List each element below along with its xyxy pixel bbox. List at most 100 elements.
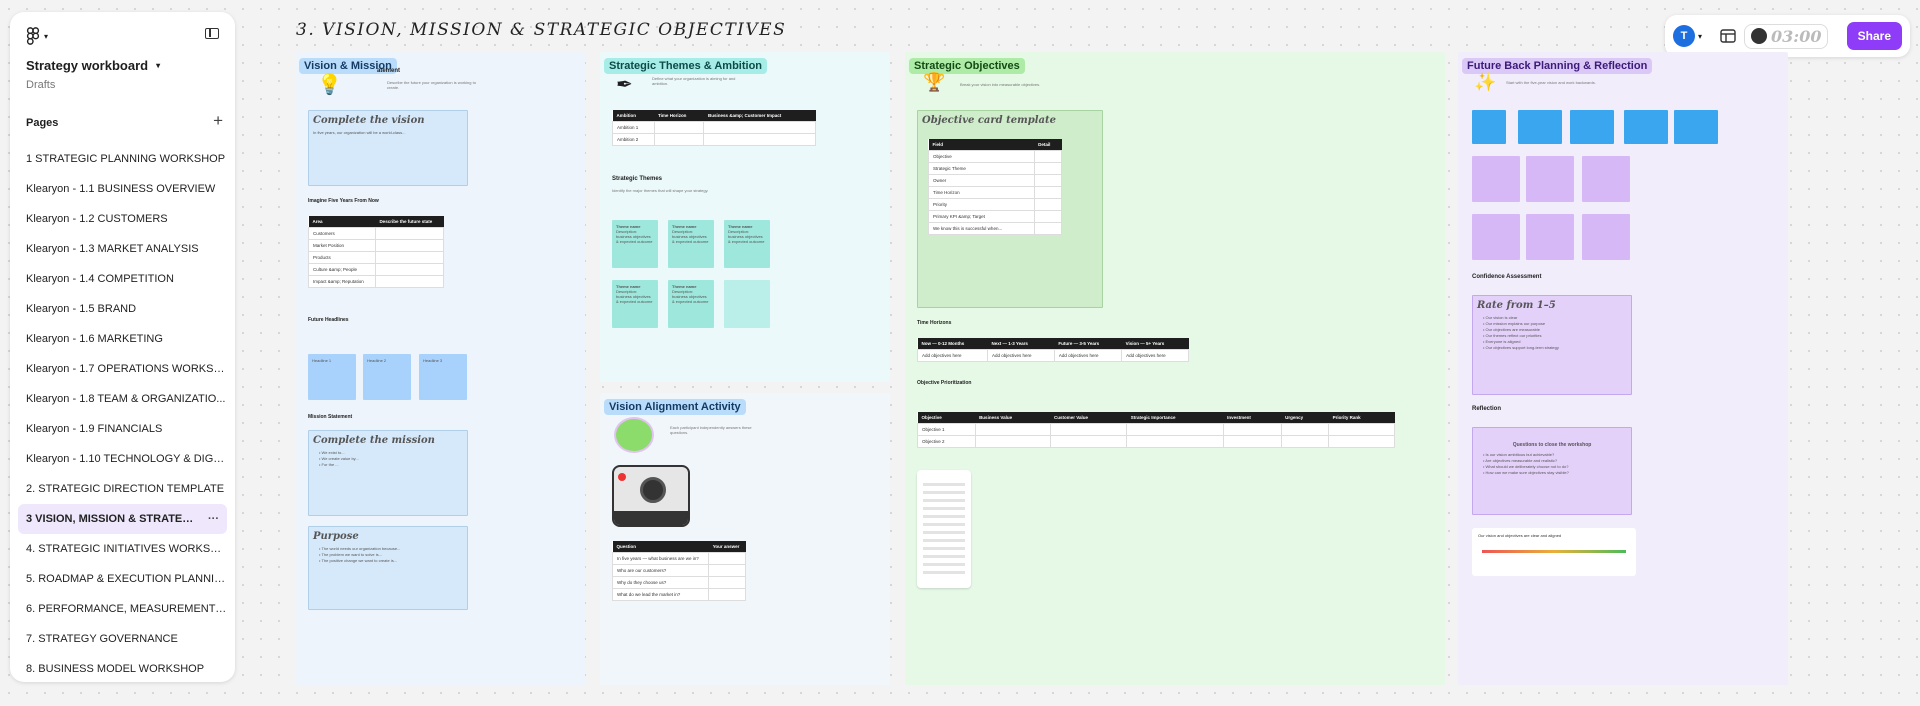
milestone-note[interactable] bbox=[1526, 156, 1574, 202]
sidebar: ▾ Strategy workboard ▾ Drafts Pages + 1 S… bbox=[10, 12, 235, 682]
page-item-label: 7. STRATEGY GOVERNANCE bbox=[26, 633, 178, 645]
page-item[interactable]: 8. BUSINESS MODEL WORKSHOP bbox=[18, 654, 227, 684]
timeline-note[interactable] bbox=[1570, 110, 1614, 144]
file-name[interactable]: Strategy workboard ▾ bbox=[26, 58, 160, 73]
page-item[interactable]: Klearyon - 1.9 FINANCIALS bbox=[18, 414, 227, 444]
main-menu-button[interactable]: ▾ bbox=[26, 27, 48, 45]
page-item[interactable]: 6. PERFORMANCE, MEASUREMENT & ... bbox=[18, 594, 227, 624]
prioritization-table: Objective Business Value Customer Value Str… bbox=[917, 412, 1395, 448]
legend-widget[interactable] bbox=[917, 470, 971, 588]
section-future-back[interactable]: Future Back Planning & Reflection ✨ Star… bbox=[1458, 52, 1788, 685]
milestone-note[interactable] bbox=[1472, 214, 1520, 260]
page-item-label: Klearyon - 1.7 OPERATIONS WORKSH... bbox=[26, 363, 227, 375]
pen-icon: ✒ bbox=[616, 74, 633, 96]
page-item[interactable]: Klearyon - 1.1 BUSINESS OVERVIEW bbox=[18, 174, 227, 204]
page-item-label: 2. STRATEGIC DIRECTION TEMPLATE bbox=[26, 483, 225, 495]
page-item-label: Klearyon - 1.5 BRAND bbox=[26, 303, 137, 315]
instruction-text: Break your vision into measurable object… bbox=[960, 82, 1041, 87]
timer-value: 03:00 bbox=[1771, 26, 1822, 46]
timeline-note[interactable] bbox=[1472, 110, 1506, 144]
theme-note[interactable]: Theme name Description: business objectiv… bbox=[612, 220, 658, 268]
avatar[interactable]: T bbox=[1673, 25, 1695, 47]
page-item-label: 1 STRATEGIC PLANNING WORKSHOP bbox=[26, 153, 226, 165]
instruction-text: Define what your organization is aiming … bbox=[652, 76, 736, 86]
page-item[interactable]: 2. STRATEGIC DIRECTION TEMPLATE bbox=[18, 474, 227, 504]
reflection-heading: Reflection bbox=[1472, 406, 1502, 412]
mission-card[interactable]: Complete the mission • We exist to... • W… bbox=[308, 430, 468, 516]
top-toolbar: T ▾ 03:00 Share bbox=[1665, 15, 1910, 57]
toggle-sidebar-icon[interactable] bbox=[205, 28, 219, 39]
rating-card[interactable]: Rate from 1–5 • Our vision is clear • Our… bbox=[1472, 295, 1632, 395]
purpose-card[interactable]: Purpose • The world needs our organizati… bbox=[308, 526, 468, 610]
theme-note[interactable]: Theme name Description: business objectiv… bbox=[724, 220, 770, 268]
future-state-table: Area Describe the future state Customers … bbox=[308, 216, 445, 288]
page-item[interactable]: Klearyon - 1.10 TECHNOLOGY & DIGIT... bbox=[18, 444, 227, 474]
page-item-label: Klearyon - 1.6 MARKETING bbox=[26, 333, 163, 345]
section-label: Vision Alignment Activity bbox=[604, 399, 746, 415]
page-item[interactable]: Klearyon - 1.7 OPERATIONS WORKSH... bbox=[18, 354, 227, 384]
chevron-down-icon: ▾ bbox=[44, 31, 49, 41]
more-options-icon[interactable]: ··· bbox=[208, 504, 219, 534]
figma-logo-icon bbox=[26, 27, 40, 45]
chevron-down-icon: ▾ bbox=[156, 61, 161, 70]
theme-note[interactable] bbox=[724, 280, 770, 328]
add-page-icon[interactable]: + bbox=[213, 112, 223, 129]
section-strategic-themes[interactable]: Strategic Themes & Ambition ✒ Define wha… bbox=[600, 52, 890, 382]
page-item-label: Klearyon - 1.8 TEAM & ORGANIZATIO... bbox=[26, 393, 226, 405]
page-item[interactable]: 1 STRATEGIC PLANNING WORKSHOP bbox=[18, 144, 227, 174]
camera-icon bbox=[612, 465, 690, 527]
page-item[interactable]: 3 VISION, MISSION & STRATEGIC ... ··· bbox=[18, 504, 227, 534]
page-item-label: 3 VISION, MISSION & STRATEGIC ... bbox=[26, 513, 215, 525]
timer[interactable]: 03:00 bbox=[1744, 23, 1829, 49]
section-strategic-objectives[interactable]: Strategic Objectives 🏆 Break your vision… bbox=[905, 52, 1445, 685]
page-item[interactable]: Klearyon - 1.4 COMPETITION bbox=[18, 264, 227, 294]
page-item[interactable]: 5. ROADMAP & EXECUTION PLANNING bbox=[18, 564, 227, 594]
timeline-note[interactable] bbox=[1674, 110, 1718, 144]
page-item-label: Klearyon - 1.1 BUSINESS OVERVIEW bbox=[26, 183, 216, 195]
page-item[interactable]: Klearyon - 1.5 BRAND bbox=[18, 294, 227, 324]
page-item[interactable]: Klearyon - 1.6 MARKETING bbox=[18, 324, 227, 354]
page-item-label: 4. STRATEGIC INITIATIVES WORKSHOP bbox=[26, 543, 227, 555]
board-title: 3. VISION, MISSION & STRATEGIC OBJECTIVE… bbox=[296, 20, 787, 40]
vision-card[interactable]: Complete the vision In five years, our o… bbox=[308, 110, 468, 186]
stars-icon: ✨ bbox=[1474, 72, 1497, 92]
milestone-note[interactable] bbox=[1582, 214, 1630, 260]
page-item-label: 5. ROADMAP & EXECUTION PLANNING bbox=[26, 573, 227, 585]
headline-note[interactable]: Headline 1 bbox=[308, 354, 356, 400]
share-button[interactable]: Share bbox=[1846, 22, 1902, 50]
prioritization-heading: Objective Prioritization bbox=[917, 380, 972, 386]
timeline-note[interactable] bbox=[1518, 110, 1562, 144]
page-item[interactable]: Klearyon - 1.8 TEAM & ORGANIZATIO... bbox=[18, 384, 227, 414]
theme-note[interactable]: Theme name Description: business objectiv… bbox=[612, 280, 658, 328]
theme-note[interactable]: Theme name Description: business objectiv… bbox=[668, 220, 714, 268]
page-item[interactable]: 7. STRATEGY GOVERNANCE bbox=[18, 624, 227, 654]
file-location[interactable]: Drafts bbox=[26, 79, 55, 91]
section-vision-alignment[interactable]: Vision Alignment Activity Each participa… bbox=[600, 393, 890, 685]
questions-card[interactable]: Questions to close the workshop • Is our… bbox=[1472, 427, 1632, 515]
horizons-table: Now — 0-12 Months Next — 1-3 Years Future … bbox=[917, 338, 1189, 362]
badge-sticker-icon bbox=[614, 417, 654, 453]
vision-statement-heading: atement bbox=[377, 68, 401, 74]
milestone-note[interactable] bbox=[1472, 156, 1520, 202]
section-vision-mission[interactable]: Vision & Mission atement 💡 Describe the … bbox=[295, 52, 585, 685]
chevron-down-icon[interactable]: ▾ bbox=[1698, 32, 1702, 41]
layout-panel-icon[interactable] bbox=[1720, 29, 1736, 43]
page-item-label: Klearyon - 1.2 CUSTOMERS bbox=[26, 213, 168, 225]
horizons-heading: Time Horizons bbox=[917, 320, 952, 326]
headline-note[interactable]: Headline 2 bbox=[363, 354, 411, 400]
confidence-heading: Confidence Assessment bbox=[1472, 274, 1542, 280]
page-item[interactable]: Klearyon - 1.2 CUSTOMERS bbox=[18, 204, 227, 234]
headline-note[interactable]: Headline 3 bbox=[419, 354, 467, 400]
page-item-label: Klearyon - 1.4 COMPETITION bbox=[26, 273, 174, 285]
page-item[interactable]: 4. STRATEGIC INITIATIVES WORKSHOP bbox=[18, 534, 227, 564]
page-item[interactable]: Klearyon - 1.3 MARKET ANALYSIS bbox=[18, 234, 227, 264]
timeline-note[interactable] bbox=[1624, 110, 1668, 144]
page-item-label: 6. PERFORMANCE, MEASUREMENT & ... bbox=[26, 603, 227, 615]
milestone-note[interactable] bbox=[1582, 156, 1630, 202]
page-item-label: Klearyon - 1.10 TECHNOLOGY & DIGIT... bbox=[26, 453, 227, 465]
milestone-note[interactable] bbox=[1526, 214, 1574, 260]
objective-card-table: Field Detail Objective Strategic Theme Ow… bbox=[928, 139, 1063, 235]
alignment-slider[interactable]: Our vision and objectives are clear and … bbox=[1472, 528, 1636, 576]
theme-note[interactable]: Theme name Description: business objectiv… bbox=[668, 280, 714, 328]
page-item-label: Klearyon - 1.9 FINANCIALS bbox=[26, 423, 163, 435]
